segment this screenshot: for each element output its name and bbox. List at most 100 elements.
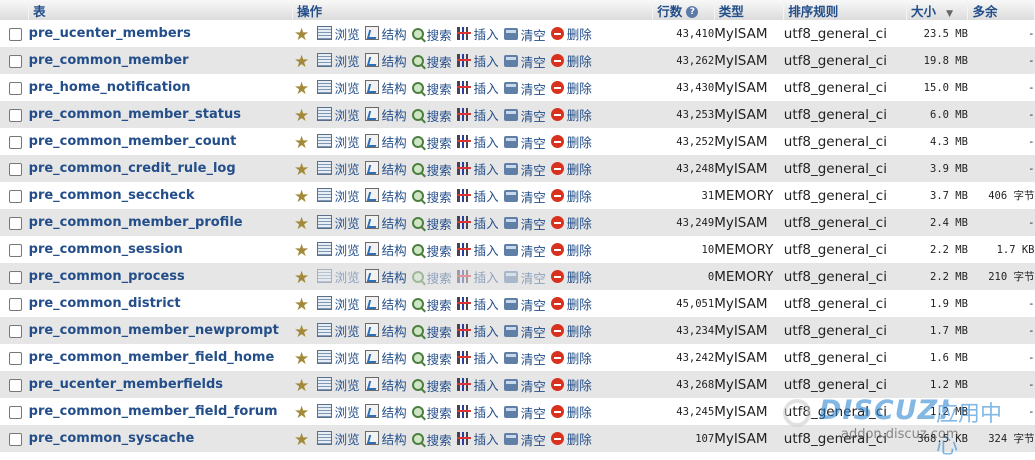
search-action[interactable]: 搜索 <box>411 79 452 98</box>
empty-action[interactable]: 清空 <box>503 187 546 206</box>
drop-action[interactable]: 删除 <box>550 105 592 124</box>
row-checkbox[interactable] <box>8 379 22 392</box>
table-name[interactable]: pre_common_syscache <box>28 425 293 452</box>
star-icon[interactable]: ★ <box>293 162 311 179</box>
search-action[interactable]: 搜索 <box>411 52 452 71</box>
table-name[interactable]: pre_common_district <box>28 290 293 317</box>
table-name[interactable]: pre_common_member_newprompt <box>28 317 293 344</box>
header-overhead[interactable]: 多余 <box>967 0 1035 20</box>
browse-action[interactable]: 浏览 <box>316 348 360 367</box>
browse-action[interactable]: 浏览 <box>316 267 360 286</box>
table-name[interactable]: pre_ucenter_memberfields <box>28 371 293 398</box>
browse-action[interactable]: 浏览 <box>316 105 360 124</box>
structure-action[interactable]: 结构 <box>364 321 407 340</box>
browse-action[interactable]: 浏览 <box>316 375 360 394</box>
browse-action[interactable]: 浏览 <box>316 78 360 97</box>
search-action[interactable]: 搜索 <box>411 187 452 206</box>
empty-action[interactable]: 清空 <box>503 268 546 287</box>
search-action[interactable]: 搜索 <box>411 295 452 314</box>
table-name[interactable]: pre_common_member_status <box>28 101 293 128</box>
sort-desc-icon[interactable]: ▼ <box>946 9 953 19</box>
search-action[interactable]: 搜索 <box>411 322 452 341</box>
table-name[interactable]: pre_common_member_count <box>28 128 293 155</box>
drop-action[interactable]: 删除 <box>550 402 592 421</box>
insert-action[interactable]: 插入 <box>456 348 499 367</box>
insert-action[interactable]: 插入 <box>456 78 499 97</box>
row-checkbox[interactable] <box>8 298 22 311</box>
empty-action[interactable]: 清空 <box>503 25 546 44</box>
search-action[interactable]: 搜索 <box>411 268 452 287</box>
search-action[interactable]: 搜索 <box>411 403 452 422</box>
drop-action[interactable]: 删除 <box>550 78 592 97</box>
insert-action[interactable]: 插入 <box>456 267 499 286</box>
insert-action[interactable]: 插入 <box>456 375 499 394</box>
insert-action[interactable]: 插入 <box>456 132 499 151</box>
structure-action[interactable]: 结构 <box>364 348 407 367</box>
insert-action[interactable]: 插入 <box>456 159 499 178</box>
empty-action[interactable]: 清空 <box>503 430 546 449</box>
row-checkbox[interactable] <box>8 244 22 257</box>
insert-action[interactable]: 插入 <box>456 186 499 205</box>
search-action[interactable]: 搜索 <box>411 349 452 368</box>
drop-action[interactable]: 删除 <box>550 294 592 313</box>
browse-action[interactable]: 浏览 <box>316 213 360 232</box>
drop-action[interactable]: 删除 <box>550 348 592 367</box>
row-checkbox[interactable] <box>8 163 22 176</box>
star-icon[interactable]: ★ <box>293 216 311 233</box>
browse-action[interactable]: 浏览 <box>316 132 360 151</box>
table-name[interactable]: pre_common_process <box>28 263 293 290</box>
star-icon[interactable]: ★ <box>293 270 311 287</box>
structure-action[interactable]: 结构 <box>364 267 407 286</box>
structure-action[interactable]: 结构 <box>364 213 407 232</box>
star-icon[interactable]: ★ <box>293 324 311 341</box>
table-name[interactable]: pre_ucenter_members <box>28 20 293 47</box>
structure-action[interactable]: 结构 <box>364 78 407 97</box>
structure-action[interactable]: 结构 <box>364 375 407 394</box>
browse-action[interactable]: 浏览 <box>316 294 360 313</box>
row-checkbox[interactable] <box>8 271 22 284</box>
structure-action[interactable]: 结构 <box>364 24 407 43</box>
row-checkbox[interactable] <box>8 325 22 338</box>
row-checkbox[interactable] <box>8 109 22 122</box>
star-icon[interactable]: ★ <box>293 54 311 71</box>
search-action[interactable]: 搜索 <box>411 214 452 233</box>
drop-action[interactable]: 删除 <box>550 132 592 151</box>
table-name[interactable]: pre_common_member_field_forum <box>28 398 293 425</box>
drop-action[interactable]: 删除 <box>550 240 592 259</box>
drop-action[interactable]: 删除 <box>550 321 592 340</box>
empty-action[interactable]: 清空 <box>503 295 546 314</box>
table-name[interactable]: pre_common_credit_rule_log <box>28 155 293 182</box>
empty-action[interactable]: 清空 <box>503 322 546 341</box>
header-rows[interactable]: 行数? <box>652 0 715 20</box>
row-checkbox[interactable] <box>8 433 22 446</box>
empty-action[interactable]: 清空 <box>503 160 546 179</box>
help-icon[interactable]: ? <box>686 6 699 18</box>
insert-action[interactable]: 插入 <box>456 240 499 259</box>
insert-action[interactable]: 插入 <box>456 213 499 232</box>
browse-action[interactable]: 浏览 <box>316 402 360 421</box>
browse-action[interactable]: 浏览 <box>316 51 360 70</box>
header-type[interactable]: 类型 <box>714 0 785 20</box>
empty-action[interactable]: 清空 <box>503 214 546 233</box>
table-name[interactable]: pre_common_member <box>28 47 293 74</box>
structure-action[interactable]: 结构 <box>364 402 407 421</box>
table-name[interactable]: pre_common_member_field_home <box>28 344 293 371</box>
star-icon[interactable]: ★ <box>293 432 311 449</box>
search-action[interactable]: 搜索 <box>411 106 452 125</box>
structure-action[interactable]: 结构 <box>364 186 407 205</box>
star-icon[interactable]: ★ <box>293 27 311 44</box>
row-checkbox[interactable] <box>8 190 22 203</box>
search-action[interactable]: 搜索 <box>411 133 452 152</box>
star-icon[interactable]: ★ <box>293 351 311 368</box>
drop-action[interactable]: 删除 <box>550 213 592 232</box>
row-checkbox[interactable] <box>8 136 22 149</box>
search-action[interactable]: 搜索 <box>411 241 452 260</box>
header-table[interactable]: 表 <box>28 0 294 20</box>
structure-action[interactable]: 结构 <box>364 132 407 151</box>
insert-action[interactable]: 插入 <box>456 402 499 421</box>
table-name[interactable]: pre_home_notification <box>28 74 293 101</box>
drop-action[interactable]: 删除 <box>550 267 592 286</box>
star-icon[interactable]: ★ <box>293 297 311 314</box>
insert-action[interactable]: 插入 <box>456 51 499 70</box>
insert-action[interactable]: 插入 <box>456 429 499 448</box>
